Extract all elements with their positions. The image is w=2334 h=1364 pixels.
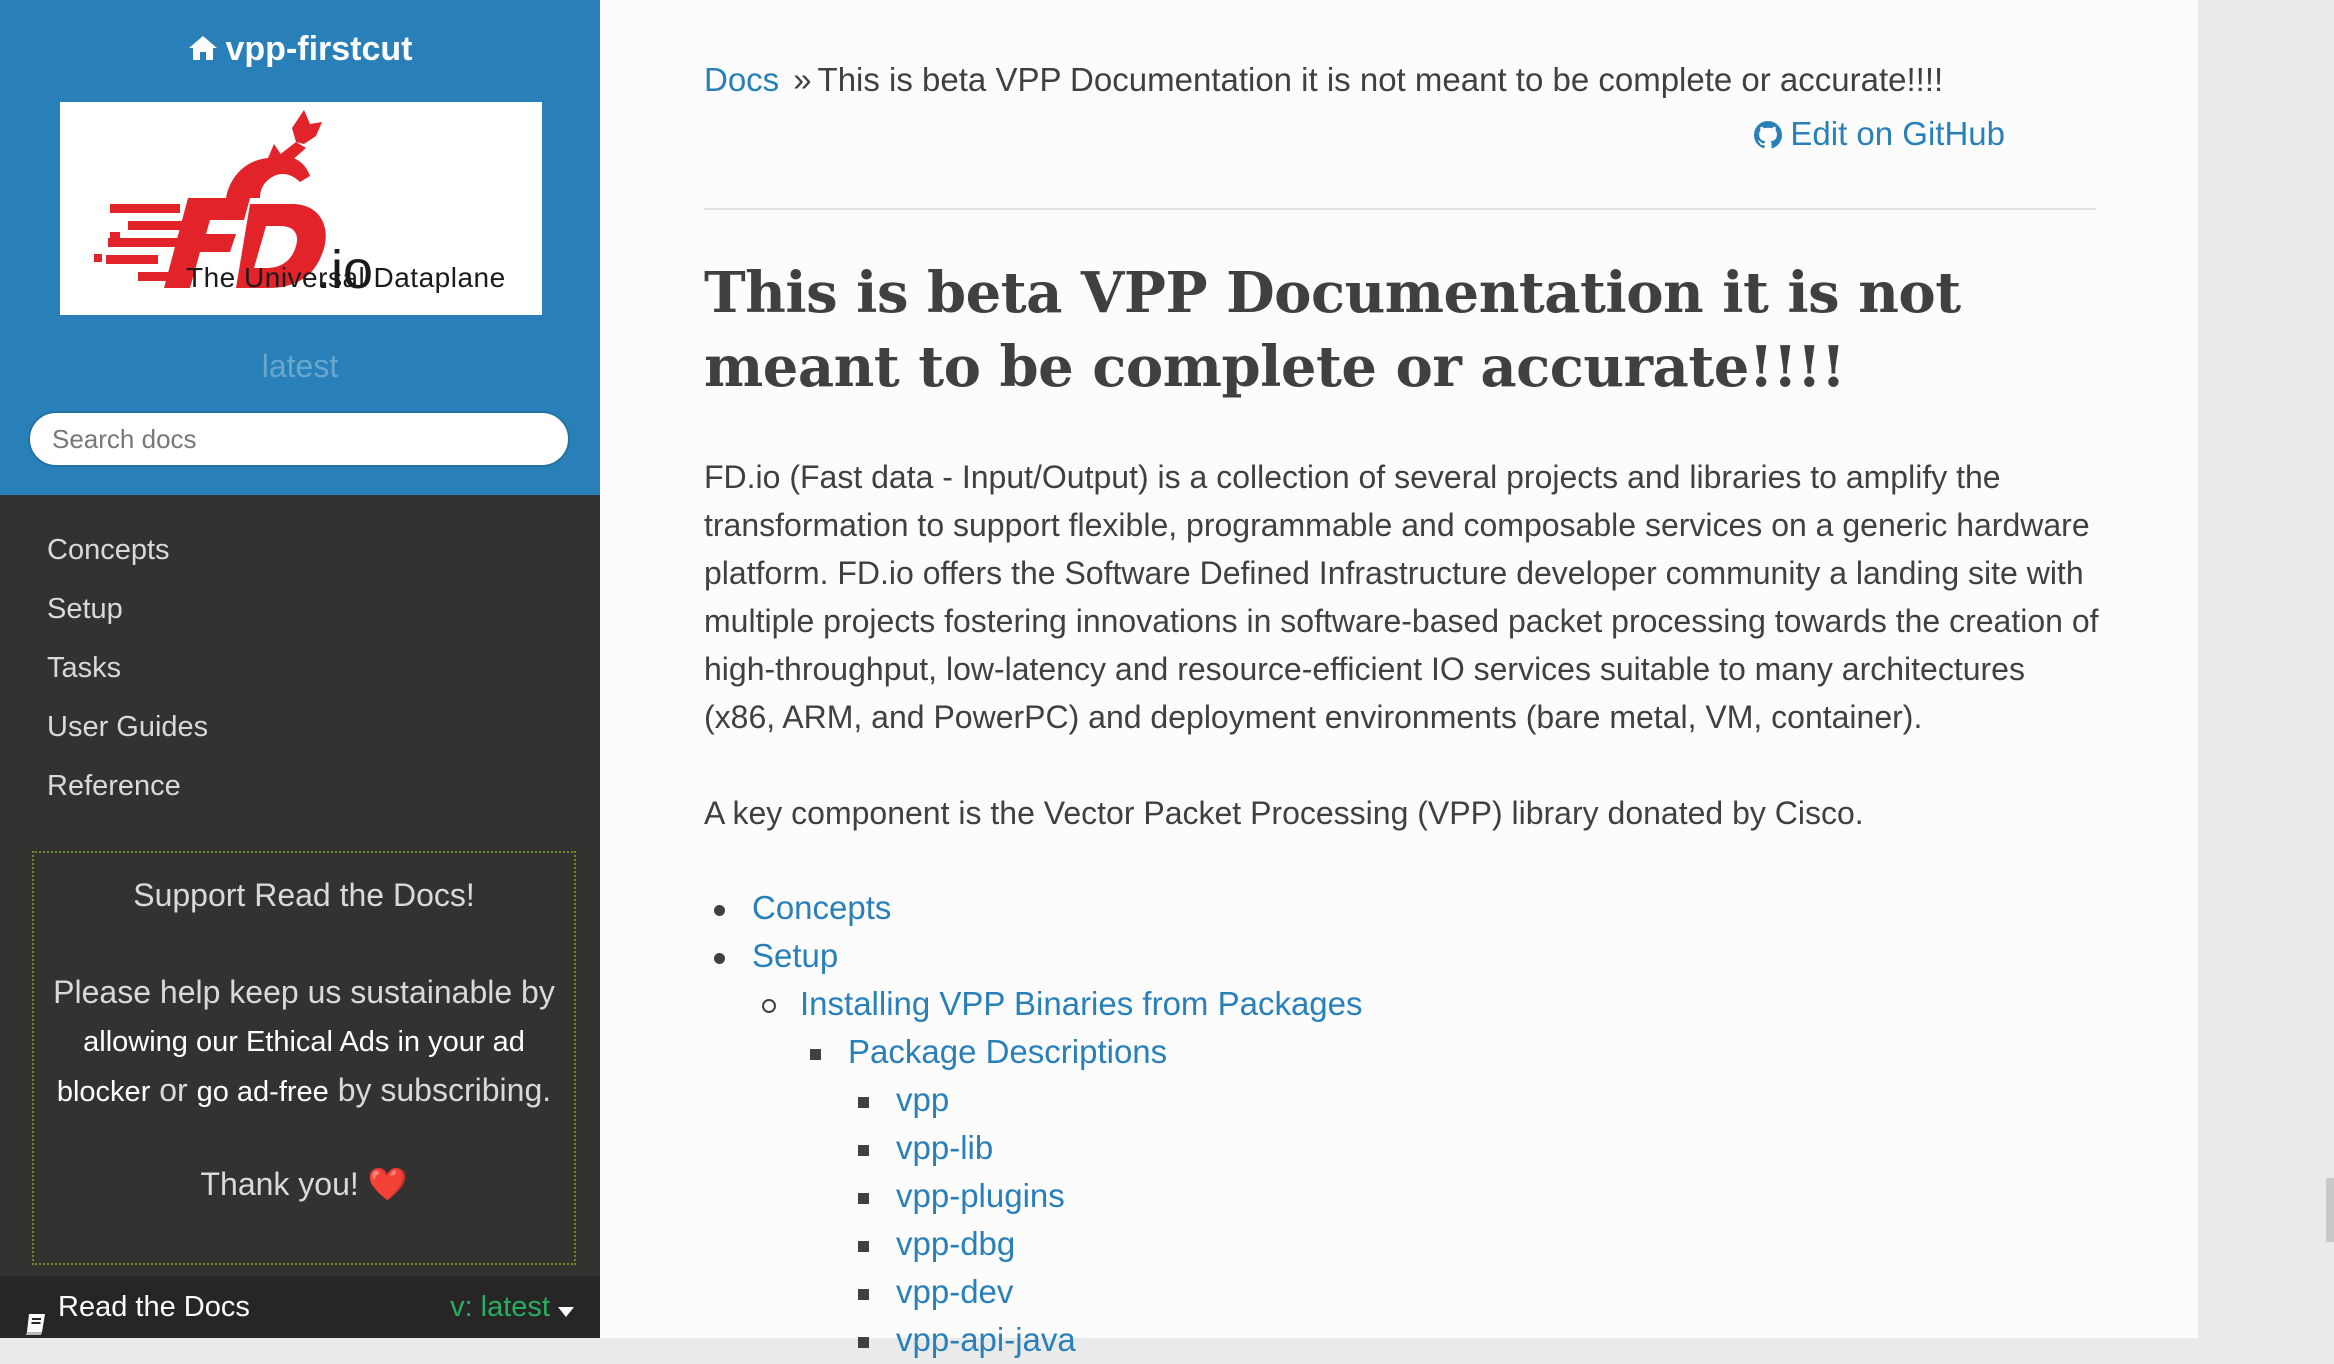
toc-link-concepts[interactable]: Concepts xyxy=(752,889,891,926)
project-name: vpp-firstcut xyxy=(225,30,413,68)
toc-link-vpp-api-java[interactable]: vpp-api-java xyxy=(896,1321,1076,1358)
bullet-square xyxy=(858,1268,888,1316)
edit-on-github-label: Edit on GitHub xyxy=(1790,115,2005,152)
logo-tagline: The Universal Dataplane xyxy=(186,262,506,293)
github-icon xyxy=(1754,114,1783,162)
sidebar-item-concepts[interactable]: Concepts xyxy=(0,521,600,580)
toc-item-vpp-dbg: vpp-dbg xyxy=(848,1220,1015,1268)
toc-link-setup[interactable]: Setup xyxy=(752,937,838,974)
toc-item-vpp: vpp xyxy=(848,1076,949,1124)
ad-text-3: by subscribing. xyxy=(337,1072,552,1108)
key-component-paragraph: A key component is the Vector Packet Pro… xyxy=(704,795,1864,831)
version-selector[interactable]: v: latest xyxy=(450,1276,574,1339)
toc-link-package-descriptions[interactable]: Package Descriptions xyxy=(848,1033,1167,1070)
toc-link-vpp[interactable]: vpp xyxy=(896,1081,949,1118)
version-selector-label: v: latest xyxy=(450,1291,550,1323)
toc-item-vpp-plugins: vpp-plugins xyxy=(848,1172,1065,1220)
bullet-square xyxy=(858,1172,888,1220)
breadcrumb-current: This is beta VPP Documentation it is not… xyxy=(817,61,1944,98)
right-gutter xyxy=(2198,0,2334,1338)
breadcrumb-docs-link[interactable]: Docs xyxy=(704,61,779,98)
caret-down-icon xyxy=(558,1277,574,1339)
thanks-text: Thank you! xyxy=(200,1166,359,1202)
bullet-square xyxy=(858,1076,888,1124)
ad-text: Please help keep us sustainable by allow… xyxy=(52,968,556,1116)
sidebar-item-user-guides[interactable]: User Guides xyxy=(0,698,600,757)
edit-on-github-link[interactable]: Edit on GitHub xyxy=(1754,110,2005,162)
sidebar-header: vpp-firstcut .io The Universal Dataplane… xyxy=(0,0,600,495)
bullet-square xyxy=(858,1220,888,1268)
sidebar: vpp-firstcut .io The Universal Dataplane… xyxy=(0,0,600,1338)
ad-text-2: or xyxy=(159,1072,188,1108)
breadcrumb-separator: » xyxy=(793,61,812,98)
toc-item-concepts: Concepts xyxy=(704,884,891,932)
bullet-circle xyxy=(762,980,792,1028)
scrollbar-thumb[interactable] xyxy=(2326,1178,2334,1242)
heart-icon: ❤️ xyxy=(367,1166,408,1202)
version-label: latest xyxy=(261,348,339,384)
ad-text-1: Please help keep us sustainable by xyxy=(53,974,555,1010)
sidebar-item-setup[interactable]: Setup xyxy=(0,580,600,639)
page-title: This is beta VPP Documentation it is not… xyxy=(704,260,1961,400)
bullet-square xyxy=(858,1316,888,1364)
header-divider xyxy=(704,208,2096,210)
bullet-disc xyxy=(714,884,744,932)
fdio-logo[interactable]: .io The Universal Dataplane xyxy=(60,102,542,315)
ethical-ads-box: Support Read the Docs! Please help keep … xyxy=(32,851,576,1265)
bullet-square xyxy=(810,1028,840,1076)
toc-link-vpp-dev[interactable]: vpp-dev xyxy=(896,1273,1013,1310)
toc-item-package-descriptions: Package Descriptions xyxy=(800,1028,1167,1076)
toc-link-vpp-plugins[interactable]: vpp-plugins xyxy=(896,1177,1065,1214)
project-home-link[interactable]: vpp-firstcut xyxy=(0,24,600,76)
home-icon xyxy=(188,26,218,76)
sidebar-nav: Concepts Setup Tasks User Guides Referen… xyxy=(0,521,600,816)
bullet-disc xyxy=(714,932,744,980)
toc-item-vpp-dev: vpp-dev xyxy=(848,1268,1013,1316)
ad-free-link[interactable]: go ad-free xyxy=(197,1076,329,1108)
sidebar-item-reference[interactable]: Reference xyxy=(0,757,600,816)
ad-thanks: Thank you! ❤️ xyxy=(34,1160,574,1208)
toc-item-setup: Setup xyxy=(704,932,838,980)
read-the-docs-label: Read the Docs xyxy=(58,1291,250,1323)
sidebar-item-tasks[interactable]: Tasks xyxy=(0,639,600,698)
search-input[interactable] xyxy=(28,411,570,467)
intro-paragraph: FD.io (Fast data - Input/Output) is a co… xyxy=(704,459,2099,735)
read-the-docs-bar[interactable]: Read the Docs v: latest xyxy=(0,1276,600,1338)
toc-link-vpp-lib[interactable]: vpp-lib xyxy=(896,1129,993,1166)
ad-title: Support Read the Docs! xyxy=(133,877,475,913)
main-content: Docs» This is beta VPP Documentation it i… xyxy=(600,0,2198,1358)
bullet-square xyxy=(858,1124,888,1172)
toc-item-vpp-lib: vpp-lib xyxy=(848,1124,993,1172)
toc-item-installing-vpp: Installing VPP Binaries from Packages xyxy=(752,980,1363,1028)
toc-link-installing-vpp[interactable]: Installing VPP Binaries from Packages xyxy=(800,985,1363,1022)
toc-item-vpp-api-java: vpp-api-java xyxy=(848,1316,1076,1364)
breadcrumb: Docs » This is beta VPP Documentation it i… xyxy=(704,56,1943,104)
toc-link-vpp-dbg[interactable]: vpp-dbg xyxy=(896,1225,1015,1262)
book-icon xyxy=(24,1296,48,1358)
